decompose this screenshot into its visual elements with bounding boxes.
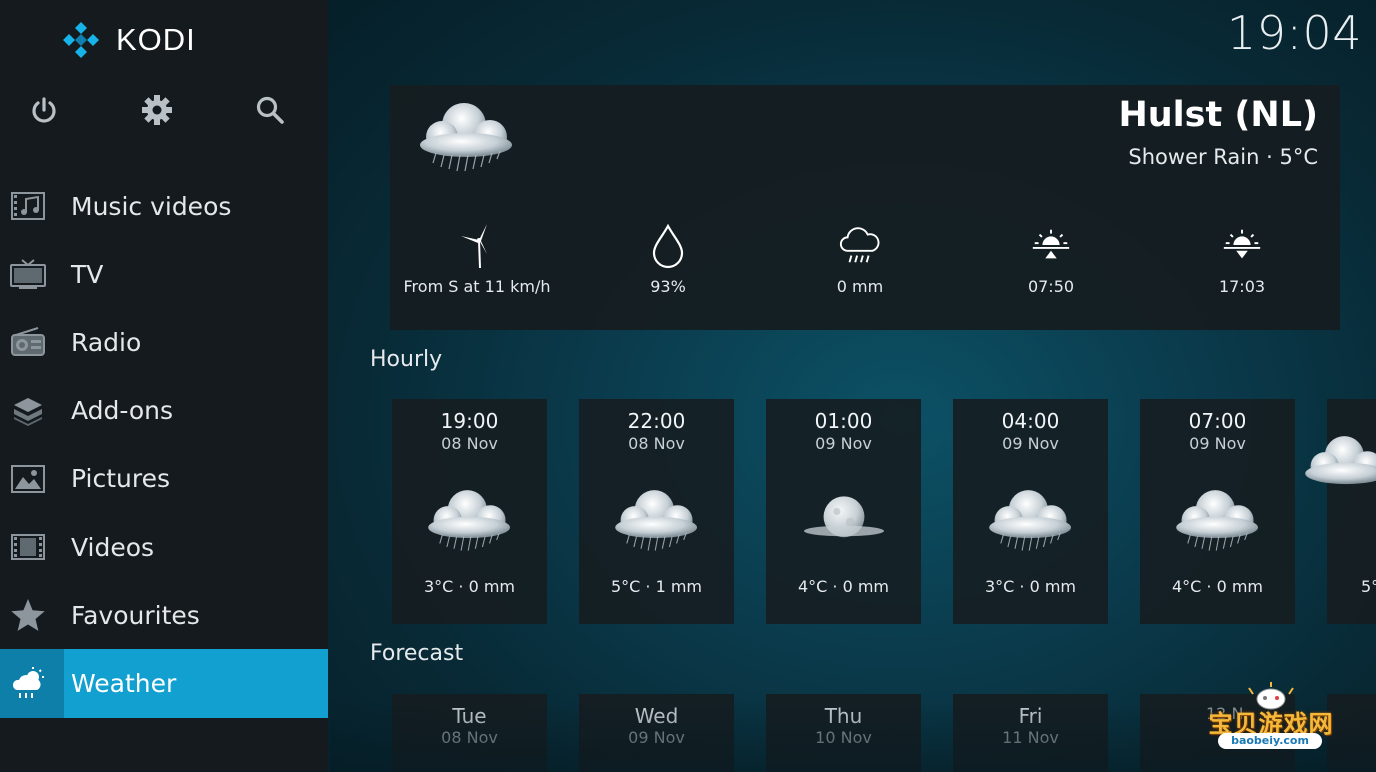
power-icon[interactable]: [24, 90, 64, 130]
forecast-day: Fri: [1018, 704, 1043, 728]
sidebar-item-label: Pictures: [71, 464, 170, 494]
sidebar-item-label: Weather: [71, 668, 177, 698]
hourly-temp: 5°: [1361, 577, 1376, 596]
cloud-rain-icon: [1297, 429, 1376, 509]
wind-value: From S at 11 km/h: [403, 277, 551, 296]
sunrise-value: 07:50: [1027, 277, 1075, 296]
forecast-card[interactable]: Thu 10 Nov: [766, 694, 921, 772]
hourly-temp: 4°C · 0 mm: [1171, 577, 1264, 596]
cloud-rain-icon: [412, 95, 522, 185]
sidebar-item-favourites[interactable]: Favourites: [0, 581, 328, 649]
sunset-value: 17:03: [1218, 277, 1266, 296]
top-icons: [0, 90, 328, 130]
hourly-date: 08 Nov: [628, 434, 685, 453]
forecast-day: Wed: [634, 704, 679, 728]
forecast-card[interactable]: Wed 09 Nov: [579, 694, 734, 772]
forecast-day: Thu: [824, 704, 863, 728]
sidebar-item-label: Favourites: [71, 600, 200, 630]
tv-icon: [8, 254, 48, 294]
hourly-date: 09 Nov: [1002, 434, 1059, 453]
forecast-date: 10 Nov: [815, 728, 872, 747]
droplet-icon: [646, 221, 690, 271]
settings-icon[interactable]: [137, 90, 177, 130]
radio-icon: [8, 322, 48, 362]
forecast-date: 11 Nov: [1002, 728, 1059, 747]
wind-stat: From S at 11 km/h: [397, 221, 557, 297]
weather-icon: [8, 663, 48, 703]
watermark: 宝贝游戏网 baobeiy.com: [1196, 682, 1346, 764]
hourly-card[interactable]: 22:00 08 Nov 5°C · 1 mm: [579, 399, 734, 624]
sidebar-item-label: Music videos: [71, 191, 232, 221]
humidity-stat: 93%: [588, 221, 748, 297]
location-name: Hulst (NL): [1118, 95, 1318, 135]
current-condition: Shower Rain · 5°C: [1128, 145, 1318, 169]
forecast-date: 09 Nov: [628, 728, 685, 747]
sidebar-item-label: TV: [71, 259, 104, 289]
cloud-rain-icon: [420, 483, 520, 563]
hourly-date: 09 Nov: [1189, 434, 1246, 453]
hourly-card[interactable]: 04:00 09 Nov 3°C · 0 mm: [953, 399, 1108, 624]
sidebar-item-pictures[interactable]: Pictures: [0, 445, 328, 513]
videos-icon: [8, 527, 48, 567]
wind-turbine-icon: [455, 221, 499, 271]
sunrise-stat: 07:50: [971, 221, 1131, 297]
music-video-icon: [8, 186, 48, 226]
sunset-stat: 17:03: [1162, 221, 1322, 297]
hourly-time: 01:00: [814, 409, 873, 433]
sidebar-item-radio[interactable]: Radio: [0, 308, 328, 376]
hourly-time: 19:00: [440, 409, 499, 433]
cloud-rain-icon: [607, 483, 707, 563]
hourly-heading: Hourly: [370, 347, 443, 372]
humidity-value: 93%: [650, 277, 686, 296]
sidebar-item-label: Radio: [71, 327, 142, 357]
forecast-card[interactable]: Fri 11 Nov: [953, 694, 1108, 772]
hourly-temp: 5°C · 1 mm: [610, 577, 703, 596]
kodi-logo-icon: [63, 22, 99, 58]
hourly-time: 04:00: [1001, 409, 1060, 433]
clock: 19:04: [1226, 6, 1362, 60]
hourly-card[interactable]: 07:00 09 Nov 4°C · 0 mm: [1140, 399, 1295, 624]
sidebar-item-add-ons[interactable]: Add-ons: [0, 377, 328, 445]
sidebar-item-music-videos[interactable]: Music videos: [0, 172, 328, 240]
star-icon: [8, 595, 48, 635]
forecast-date: 08 Nov: [441, 728, 498, 747]
pictures-icon: [8, 459, 48, 499]
hourly-list: 19:00 08 Nov 3°C · 0 mm 22:00 08 Nov 5°C…: [392, 399, 1376, 624]
kodi-logo: KODI: [60, 20, 196, 60]
moon-cloud-icon: [794, 483, 894, 563]
hourly-time: 22:00: [627, 409, 686, 433]
sidebar-item-label: Add-ons: [71, 396, 174, 426]
forecast-heading: Forecast: [370, 641, 464, 666]
hourly-time: 07:00: [1188, 409, 1247, 433]
hourly-card[interactable]: 01:00 09 Nov 4°C · 0 mm: [766, 399, 921, 624]
forecast-card[interactable]: Tue 08 Nov: [392, 694, 547, 772]
cloud-rain-icon: [1168, 483, 1268, 563]
sidebar-item-videos[interactable]: Videos: [0, 513, 328, 581]
hourly-date: 08 Nov: [441, 434, 498, 453]
sidebar-item-label: Videos: [71, 532, 155, 562]
precipitation-stat: 0 mm: [780, 221, 940, 297]
sidebar-item-weather[interactable]: Weather: [0, 649, 328, 718]
logo-text: KODI: [116, 22, 196, 57]
addons-icon: [8, 391, 48, 431]
hourly-card[interactable]: 5°: [1305, 399, 1376, 624]
watermark-url: baobeiy.com: [1218, 733, 1322, 749]
hourly-card[interactable]: 19:00 08 Nov 3°C · 0 mm: [392, 399, 547, 624]
hourly-temp: 3°C · 0 mm: [984, 577, 1077, 596]
hourly-temp: 3°C · 0 mm: [423, 577, 516, 596]
cloud-rain-icon: [981, 483, 1081, 563]
hourly-temp: 4°C · 0 mm: [797, 577, 890, 596]
main-menu: Music videos TV Radio Add-ons Pictures V…: [0, 172, 328, 718]
sunset-icon: [1220, 221, 1264, 271]
sunrise-icon: [1029, 221, 1073, 271]
rain-cloud-icon: [838, 221, 882, 271]
search-icon[interactable]: [250, 90, 290, 130]
hourly-date: 09 Nov: [815, 434, 872, 453]
sidebar-item-tv[interactable]: TV: [0, 240, 328, 308]
precipitation-value: 0 mm: [836, 277, 884, 296]
sidebar: KODI Music videos TV Radio Add-ons Pictu…: [0, 0, 328, 772]
forecast-day: Tue: [452, 704, 487, 728]
current-weather-panel: Hulst (NL) Shower Rain · 5°C From S at 1…: [390, 85, 1340, 330]
